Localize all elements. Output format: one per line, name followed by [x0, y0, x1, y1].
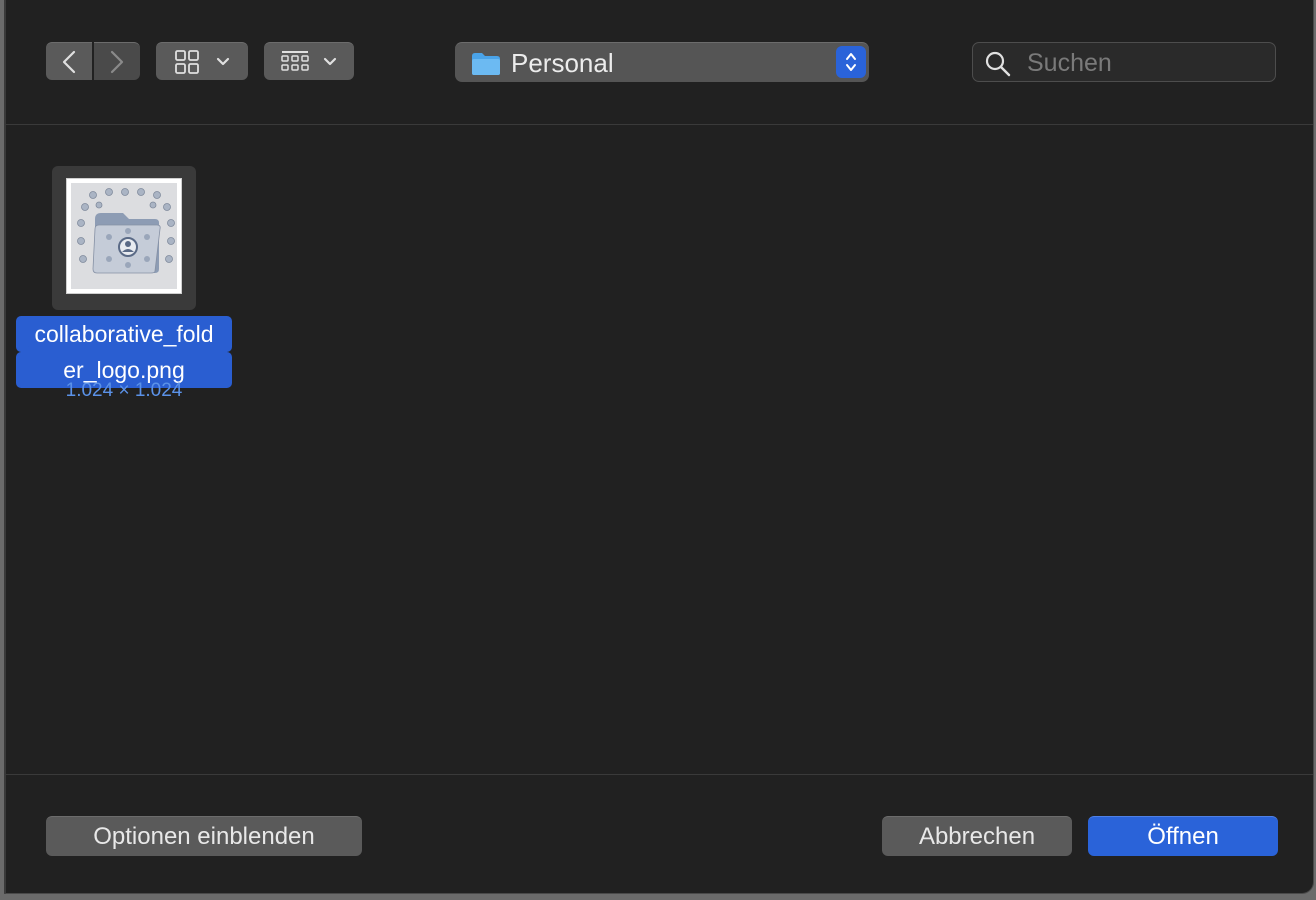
show-options-button[interactable]: Optionen einblenden: [46, 816, 362, 856]
group-grid-icon: [281, 50, 309, 74]
folder-icon: [471, 52, 501, 81]
search-input[interactable]: [1025, 47, 1269, 79]
file-name[interactable]: collaborative_fold er_logo.png: [16, 316, 232, 388]
icon-grid-icon: [174, 49, 200, 75]
back-button[interactable]: [46, 42, 92, 80]
chevron-right-icon: [110, 50, 124, 74]
location-label: Personal: [511, 48, 614, 78]
open-button[interactable]: Öffnen: [1088, 816, 1278, 856]
toolbar: Personal: [6, 0, 1313, 124]
cancel-button[interactable]: Abbrechen: [882, 816, 1072, 856]
up-down-chevron-icon: [844, 50, 858, 74]
file-item[interactable]: collaborative_fold er_logo.png 1.024 × 1…: [16, 162, 236, 412]
chevron-down-icon: [323, 57, 337, 67]
chevron-left-icon: [62, 50, 76, 74]
location-popup[interactable]: Personal: [455, 42, 869, 82]
search-icon: [985, 51, 1011, 82]
search-field[interactable]: [972, 42, 1276, 82]
group-mode-button[interactable]: [264, 42, 354, 80]
file-open-dialog: Personal Suchen collaborative_fold er_lo…: [4, 0, 1314, 894]
file-dimensions: 1.024 × 1.024: [65, 380, 183, 401]
divider: [6, 774, 1313, 775]
collaborative-folder-image: [71, 183, 177, 289]
file-thumbnail: [66, 178, 182, 294]
forward-button[interactable]: [94, 42, 140, 80]
file-name-line-1: collaborative_fold: [28, 319, 220, 349]
view-mode-button[interactable]: [156, 42, 248, 80]
chevron-down-icon: [216, 57, 230, 67]
divider: [6, 124, 1313, 125]
location-stepper[interactable]: [836, 46, 866, 78]
